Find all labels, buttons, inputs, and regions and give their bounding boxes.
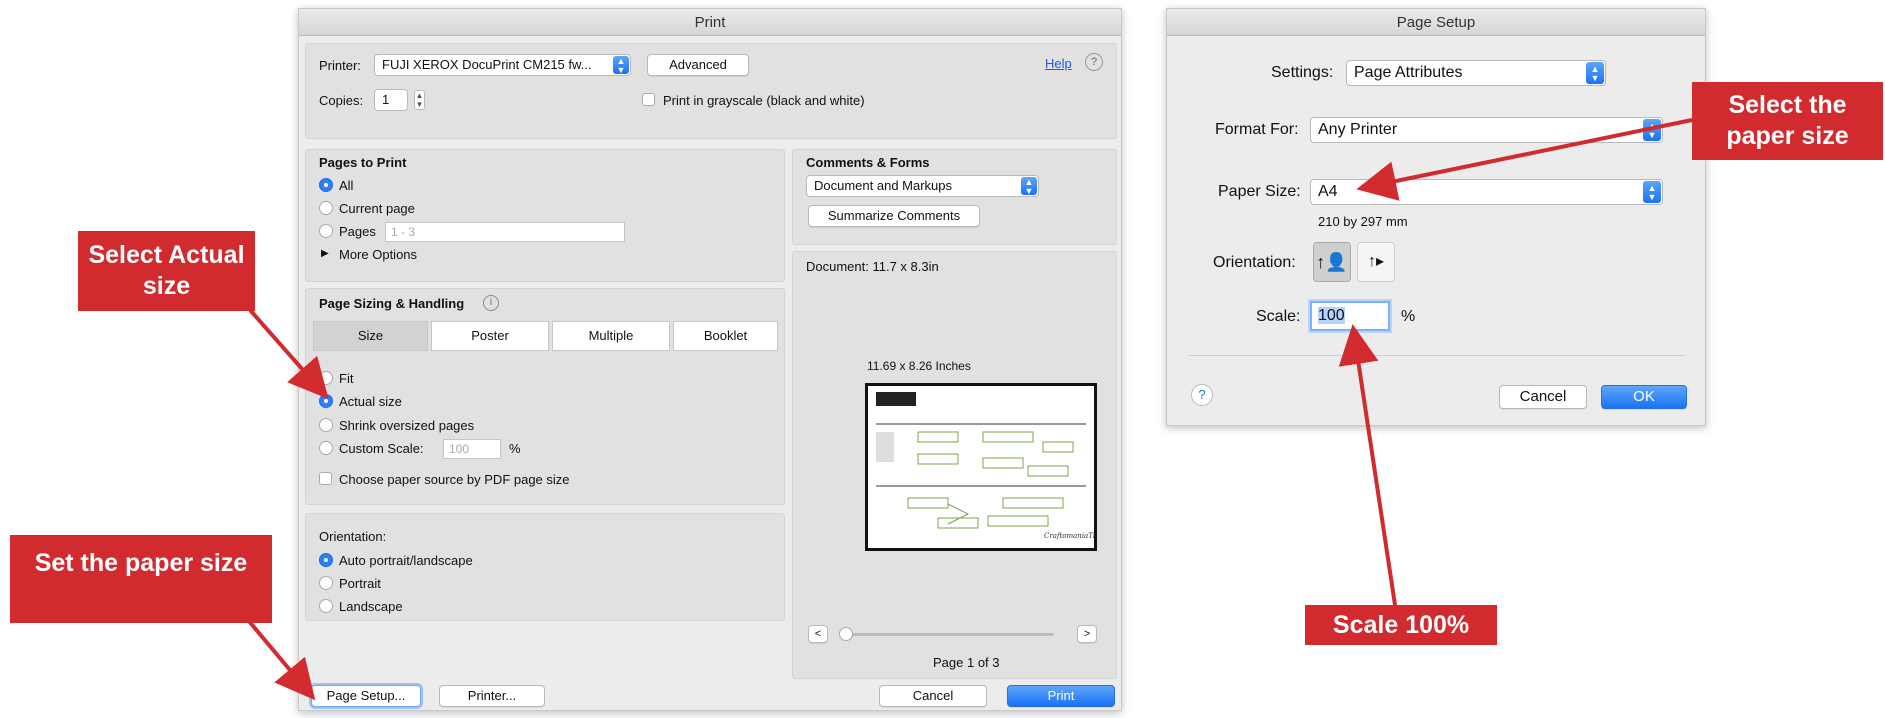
printer-button[interactable]: Printer... — [439, 685, 545, 707]
actual-size-radio[interactable] — [319, 394, 333, 408]
grayscale-checkbox[interactable] — [642, 93, 655, 106]
more-options-label[interactable]: More Options — [339, 247, 417, 262]
settings-select[interactable]: Page Attributes ▲ ▼ — [1346, 60, 1606, 86]
callout-select-paper-size: Select the paper size — [1692, 82, 1883, 160]
auto-orientation-label: Auto portrait/landscape — [339, 553, 473, 568]
tab-multiple[interactable]: Multiple — [552, 321, 670, 351]
portrait-radio[interactable] — [319, 576, 333, 590]
printer-value: FUJI XEROX DocuPrint CM215 fw... — [382, 57, 592, 72]
document-size-label: Document: 11.7 x 8.3in — [806, 259, 939, 274]
custom-scale-radio[interactable] — [319, 441, 333, 455]
comments-heading: Comments & Forms — [806, 155, 930, 170]
settings-label: Settings: — [1271, 64, 1334, 81]
setup-cancel-button[interactable]: Cancel — [1499, 385, 1587, 409]
preview-next-button[interactable]: > — [1077, 625, 1097, 643]
preview-page-thumbnail: CraftomaniaTime — [865, 383, 1097, 551]
comments-select[interactable]: Document and Markups ▲ ▼ — [806, 175, 1039, 197]
settings-value: Page Attributes — [1354, 64, 1463, 81]
pages-heading: Pages to Print — [319, 155, 407, 170]
arrow-page-setup — [246, 618, 316, 701]
printer-label: Printer: — [319, 58, 361, 73]
sizing-heading: Page Sizing & Handling — [319, 296, 465, 311]
print-dialog: Print Printer: FUJI XEROX DocuPrint CM21… — [298, 8, 1122, 711]
print-button[interactable]: Print — [1007, 685, 1115, 707]
scale-label: Scale: — [1256, 308, 1301, 325]
tab-poster[interactable]: Poster — [431, 321, 549, 351]
actual-size-label: Actual size — [339, 394, 402, 409]
comments-value: Document and Markups — [814, 178, 953, 193]
preview-slider-thumb[interactable] — [839, 627, 853, 641]
disclosure-triangle-icon[interactable]: ▶ — [321, 248, 329, 259]
fit-radio[interactable] — [319, 371, 333, 385]
divider — [1189, 355, 1685, 356]
advanced-button[interactable]: Advanced — [647, 54, 749, 76]
shrink-radio[interactable] — [319, 418, 333, 432]
landscape-label: Landscape — [339, 599, 403, 614]
preview-prev-button[interactable]: < — [808, 625, 828, 643]
chevron-updown-icon: ▲ ▼ — [1643, 119, 1661, 141]
tab-booklet[interactable]: Booklet — [673, 321, 778, 351]
page-setup-dialog: Page Setup Settings: Page Attributes ▲ ▼ … — [1166, 8, 1706, 426]
paper-source-checkbox[interactable] — [319, 472, 332, 485]
page-status: Page 1 of 3 — [933, 655, 1000, 670]
fit-label: Fit — [339, 371, 354, 386]
preview-signature: CraftomaniaTime — [1044, 532, 1096, 540]
current-page-radio[interactable] — [319, 201, 333, 215]
paper-size-label: Paper Size: — [1218, 183, 1301, 200]
custom-scale-label: Custom Scale: — [339, 441, 424, 456]
print-dialog-title: Print — [299, 9, 1121, 36]
auto-orientation-radio[interactable] — [319, 553, 333, 567]
summarize-comments-button[interactable]: Summarize Comments — [808, 205, 980, 227]
help-icon[interactable]: ? — [1085, 53, 1103, 71]
current-page-label: Current page — [339, 201, 415, 216]
pages-range-radio[interactable] — [319, 224, 333, 238]
paper-dimensions: 210 by 297 mm — [1318, 214, 1408, 229]
pages-range-input[interactable]: 1 - 3 — [385, 222, 625, 242]
portrait-label: Portrait — [339, 576, 381, 591]
preview-page-content — [876, 392, 1086, 529]
landscape-orientation-icon[interactable]: ↑▸ — [1357, 242, 1395, 282]
copies-label: Copies: — [319, 93, 364, 108]
orientation-heading: Orientation: — [319, 529, 387, 544]
pages-all-radio[interactable] — [319, 178, 333, 192]
paper-source-label: Choose paper source by PDF page size — [339, 472, 570, 487]
landscape-radio[interactable] — [319, 599, 333, 613]
format-for-value: Any Printer — [1318, 121, 1398, 138]
chevron-updown-icon: ▲ ▼ — [1586, 62, 1604, 84]
paper-size-select[interactable]: A4 ▲ ▼ — [1310, 179, 1663, 205]
scale-percent: % — [1401, 308, 1416, 325]
chevron-updown-icon: ▲ ▼ — [613, 56, 629, 75]
tab-size[interactable]: Size — [313, 321, 428, 351]
help-icon[interactable]: ? — [1191, 384, 1213, 406]
format-for-label: Format For: — [1215, 121, 1299, 138]
callout-set-paper-size: Set the paper size — [10, 535, 272, 623]
callout-scale: Scale 100% — [1305, 605, 1497, 645]
chevron-updown-icon: ▲ ▼ — [1643, 181, 1661, 203]
page-setup-button[interactable]: Page Setup... — [311, 685, 421, 707]
shrink-label: Shrink oversized pages — [339, 418, 475, 433]
chevron-updown-icon: ▲ ▼ — [1021, 177, 1037, 196]
custom-scale-percent: % — [509, 441, 521, 456]
pages-range-label: Pages — [339, 224, 376, 239]
grayscale-label: Print in grayscale (black and white) — [663, 93, 865, 108]
page-setup-title: Page Setup — [1167, 9, 1705, 36]
help-link[interactable]: Help — [1045, 56, 1072, 71]
setup-ok-button[interactable]: OK — [1601, 385, 1687, 409]
scale-input[interactable]: 100 — [1310, 301, 1390, 331]
copies-input[interactable]: 1 — [374, 89, 408, 111]
copies-stepper-icon[interactable]: ▲ ▼ — [414, 90, 425, 110]
paper-size-value: A4 — [1318, 183, 1338, 200]
cancel-button[interactable]: Cancel — [879, 685, 987, 707]
format-for-select[interactable]: Any Printer ▲ ▼ — [1310, 117, 1663, 143]
orientation-label: Orientation: — [1213, 254, 1296, 271]
scale-value: 100 — [1318, 307, 1345, 324]
callout-actual-size: Select Actual size — [78, 231, 255, 311]
custom-scale-input[interactable]: 100 — [443, 439, 501, 459]
preview-slider-track[interactable] — [844, 633, 1054, 636]
portrait-orientation-icon[interactable]: ↑👤 — [1313, 242, 1351, 282]
preview-dimensions: 11.69 x 8.26 Inches — [867, 359, 971, 373]
printer-select[interactable]: FUJI XEROX DocuPrint CM215 fw... ▲ ▼ — [374, 54, 631, 76]
pages-all-label: All — [339, 178, 354, 193]
info-icon[interactable]: i — [483, 295, 499, 311]
